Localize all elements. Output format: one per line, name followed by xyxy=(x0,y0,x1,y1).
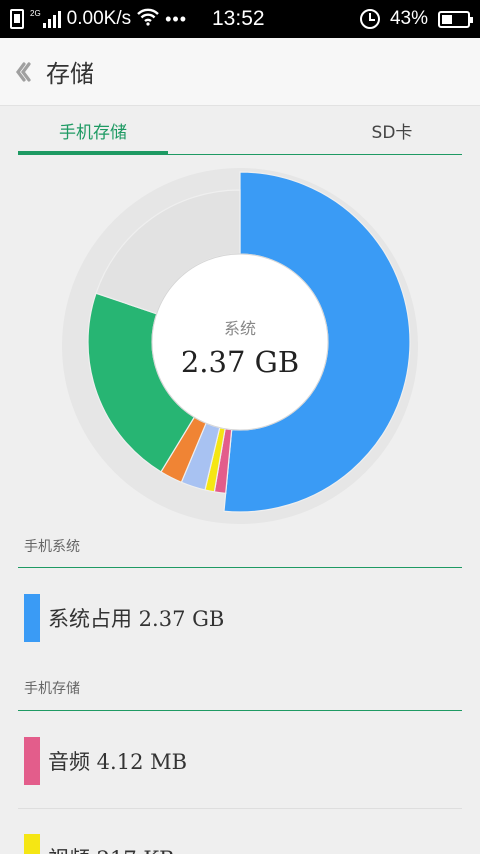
divider xyxy=(18,808,462,809)
list-item-label: 视频 217 KB xyxy=(48,843,175,854)
app-header: 存储 xyxy=(0,38,480,106)
signal-icon xyxy=(42,10,61,28)
chart-center-value: 2.37 GB xyxy=(180,345,300,379)
wifi-icon xyxy=(137,8,159,31)
color-swatch xyxy=(24,834,40,854)
list-item-label: 音频 4.12 MB xyxy=(48,750,188,774)
section-title: 手机存储 xyxy=(24,681,80,697)
list-item-video[interactable]: 视频 217 KB xyxy=(18,834,462,854)
list-item-audio[interactable]: 音频 4.12 MB xyxy=(18,737,462,785)
section-phone-system: 手机系统 xyxy=(18,536,462,568)
battery-level xyxy=(442,14,453,24)
chevron-left-icon xyxy=(16,61,31,82)
color-swatch xyxy=(24,594,40,642)
color-swatch xyxy=(24,737,40,785)
chart-center-label: 系统 xyxy=(223,319,256,338)
network-speed: 0.00K/s xyxy=(66,8,132,29)
page-title: 存储 xyxy=(46,60,94,88)
section-phone-storage: 手机存储 xyxy=(18,678,462,711)
list-item-system[interactable]: 系统占用 2.37 GB xyxy=(18,594,462,642)
back-button[interactable] xyxy=(0,38,46,106)
section-title: 手机系统 xyxy=(24,539,80,555)
alarm-icon xyxy=(359,9,380,29)
battery-icon xyxy=(438,10,473,28)
status-bar: 2G 0.00K/s ••• 13:52 43% xyxy=(0,0,480,38)
tab-phone-storage[interactable]: 手机存储 xyxy=(18,106,168,155)
network-type: 2G xyxy=(30,8,41,18)
clock: 13:52 xyxy=(212,7,265,30)
more-notifications-icon: ••• xyxy=(165,8,188,29)
list-item-label: 系统占用 2.37 GB xyxy=(48,607,225,631)
storage-tabs: 手机存储 SD卡 xyxy=(18,106,462,155)
donut-svg xyxy=(62,168,418,524)
tab-sd-card[interactable]: SD卡 xyxy=(322,106,462,154)
battery-percent: 43% xyxy=(389,8,428,29)
donut-hole xyxy=(151,253,329,431)
sim-card-icon xyxy=(10,9,24,29)
storage-donut-chart: 系统 2.37 GB xyxy=(60,160,420,525)
